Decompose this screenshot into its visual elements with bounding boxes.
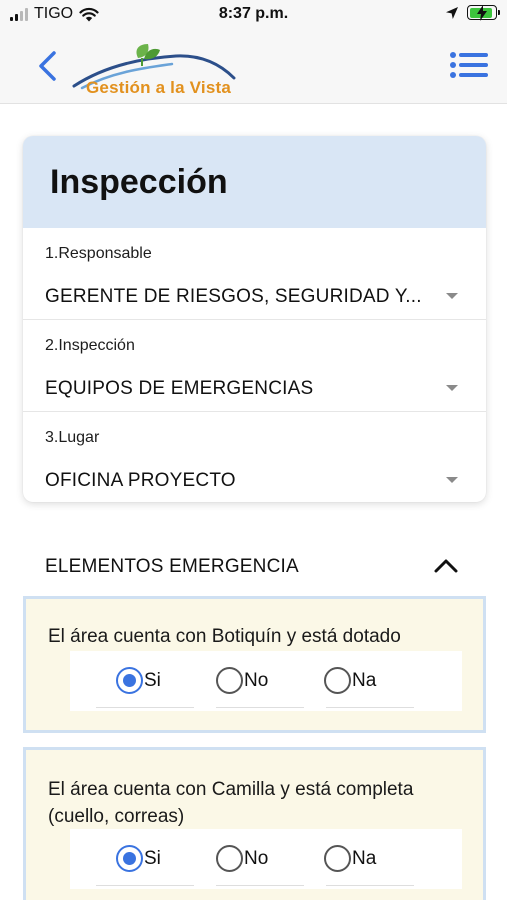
charging-bolt-icon (477, 5, 487, 21)
question-card: El área cuenta con Camilla y está comple… (23, 747, 486, 900)
battery-icon (467, 5, 500, 21)
radio-label: Si (144, 669, 161, 691)
radio-unchecked-icon[interactable] (324, 845, 351, 872)
caret-down-icon (446, 385, 458, 391)
field-value: GERENTE DE RIESGOS, SEGURIDAD Y... (45, 286, 422, 307)
field-label: 3.Lugar (45, 429, 100, 446)
radio-label: No (244, 847, 269, 869)
status-right (445, 5, 500, 21)
chevron-up-icon[interactable] (432, 554, 460, 578)
radio-label: Na (352, 669, 377, 691)
list-menu-icon[interactable] (449, 50, 489, 82)
chevron-left-icon[interactable] (30, 48, 66, 84)
radio-option-no[interactable]: No (216, 845, 268, 872)
radio-label: Si (144, 847, 161, 869)
caret-down-icon (446, 477, 458, 483)
inspection-card: Inspección 1.Responsable GERENTE DE RIES… (23, 136, 486, 502)
field-value: EQUIPOS DE EMERGENCIAS (45, 378, 314, 399)
radio-label: Na (352, 847, 377, 869)
question-card: El área cuenta con Botiquín y está dotad… (23, 596, 486, 733)
lugar-dropdown[interactable]: 3.Lugar OFICINA PROYECTO (23, 412, 486, 502)
radio-option-no[interactable]: No (216, 667, 268, 694)
status-bar: TIGO 8:37 p.m. (0, 0, 507, 30)
inspeccion-dropdown[interactable]: 2.Inspección EQUIPOS DE EMERGENCIAS (23, 320, 486, 412)
radio-group: Si No Na (70, 829, 462, 889)
radio-group: Si No Na (70, 651, 462, 711)
radio-unchecked-icon[interactable] (216, 845, 243, 872)
logo-text: Gestión a la Vista (86, 78, 232, 97)
card-header: Inspección (23, 136, 486, 228)
question-text: El área cuenta con Camilla y está comple… (48, 779, 414, 827)
app-header: Gestión a la Vista (0, 30, 507, 104)
radio-option-na[interactable]: Na (324, 667, 376, 694)
radio-option-si[interactable]: Si (116, 845, 161, 872)
field-label: 1.Responsable (45, 245, 152, 262)
radio-option-si[interactable]: Si (116, 667, 161, 694)
location-arrow-icon (446, 6, 458, 19)
field-value: OFICINA PROYECTO (45, 470, 236, 491)
radio-unchecked-icon[interactable] (324, 667, 351, 694)
radio-checked-icon[interactable] (116, 845, 143, 872)
caret-down-icon (446, 293, 458, 299)
status-time: 8:37 p.m. (218, 5, 289, 22)
radio-checked-icon[interactable] (116, 667, 143, 694)
question-text: El área cuenta con Botiquín y está dotad… (48, 626, 401, 647)
page-title: Inspección (50, 162, 228, 201)
radio-unchecked-icon[interactable] (216, 667, 243, 694)
radio-label: No (244, 669, 269, 691)
radio-option-na[interactable]: Na (324, 845, 376, 872)
field-label: 2.Inspección (45, 337, 135, 354)
responsable-dropdown[interactable]: 1.Responsable GERENTE DE RIESGOS, SEGURI… (23, 228, 486, 320)
section-title: ELEMENTOS EMERGENCIA (45, 556, 299, 577)
